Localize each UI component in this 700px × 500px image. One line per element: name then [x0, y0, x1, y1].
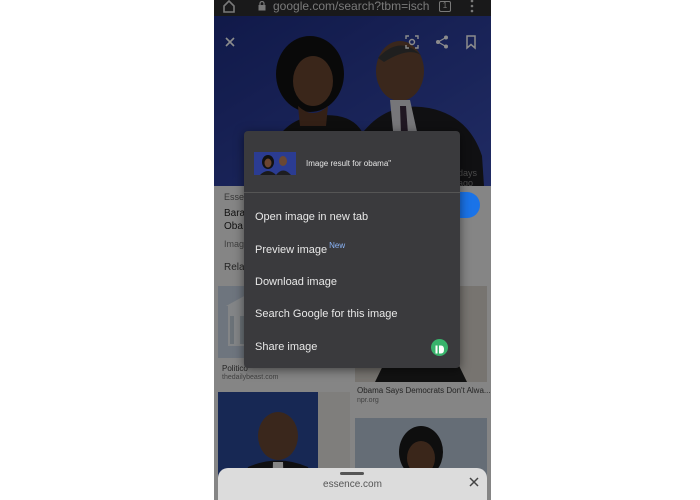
menu-item-open-new-tab[interactable]: Open image in new tab	[244, 201, 460, 233]
menu-header: Image result for obama"	[244, 131, 460, 193]
menu-item-search-google-image[interactable]: Search Google for this image	[244, 298, 460, 330]
menu-item-label: Share image	[255, 341, 318, 353]
close-icon[interactable]	[468, 476, 480, 488]
menu-header-title: Image result for obama"	[306, 159, 392, 168]
menu-item-preview-image[interactable]: Preview image New	[244, 234, 460, 266]
image-context-menu: Image result for obama" Open image in ne…	[244, 131, 460, 368]
drag-handle[interactable]	[340, 472, 364, 475]
sheet-domain: essence.com	[323, 479, 382, 490]
menu-header-thumbnail	[254, 152, 296, 175]
menu-item-label: Open image in new tab	[255, 211, 369, 223]
bottom-sheet[interactable]: essence.com	[218, 468, 487, 500]
menu-item-label: Download image	[255, 276, 337, 288]
menu-item-label: Search Google for this image	[255, 308, 398, 320]
pushbullet-icon[interactable]	[431, 339, 448, 356]
new-badge: New	[329, 241, 346, 250]
menu-item-label: Preview image	[255, 244, 328, 256]
menu-item-download-image[interactable]: Download image	[244, 266, 460, 298]
menu-item-share-image[interactable]: Share image	[244, 331, 460, 363]
